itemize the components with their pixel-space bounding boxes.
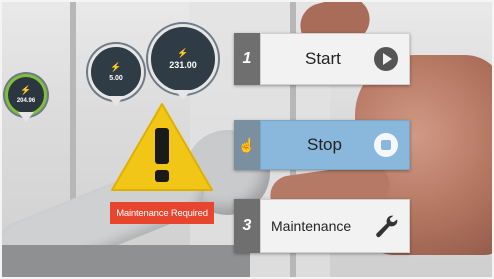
button-number: 1 [234, 33, 260, 85]
gauge-big-value: 231.00 [169, 59, 197, 70]
gauge-left: ⚡ 204.96 [5, 74, 47, 116]
robot-base [0, 245, 250, 279]
start-button-label: Start [305, 49, 341, 68]
gauge-mid: ⚡ 5.00 [88, 44, 144, 100]
start-button-face[interactable]: Start [260, 33, 410, 85]
maintenance-button-face[interactable]: Maintenance [260, 199, 410, 253]
gauge-mid-value: 5.00 [109, 74, 123, 82]
gauge-big: ⚡ 231.00 [148, 24, 218, 94]
maintenance-button-label: Maintenance [271, 218, 352, 234]
maintenance-required-badge: Maintenance Required [110, 202, 214, 224]
warning-icon [108, 100, 216, 194]
gauge-left-value: 204.96 [16, 98, 36, 104]
hand-cursor-icon: ☝ [238, 136, 256, 153]
button-number: ☝ [234, 120, 260, 170]
button-number: 3 [234, 199, 260, 253]
bolt-icon: ⚡ [20, 85, 32, 95]
wrench-icon [373, 213, 399, 239]
stop-button-label: Stop [307, 135, 342, 154]
stop-button[interactable]: ☝ Stop [234, 120, 410, 170]
play-icon [373, 46, 399, 72]
bolt-icon: ⚡ [110, 61, 122, 72]
stop-icon [373, 132, 399, 158]
maintenance-button[interactable]: 3 Maintenance [234, 199, 410, 253]
stop-button-face[interactable]: Stop [260, 120, 410, 170]
bolt-icon: ⚡ [177, 47, 189, 58]
start-button[interactable]: 1 Start [234, 33, 410, 85]
